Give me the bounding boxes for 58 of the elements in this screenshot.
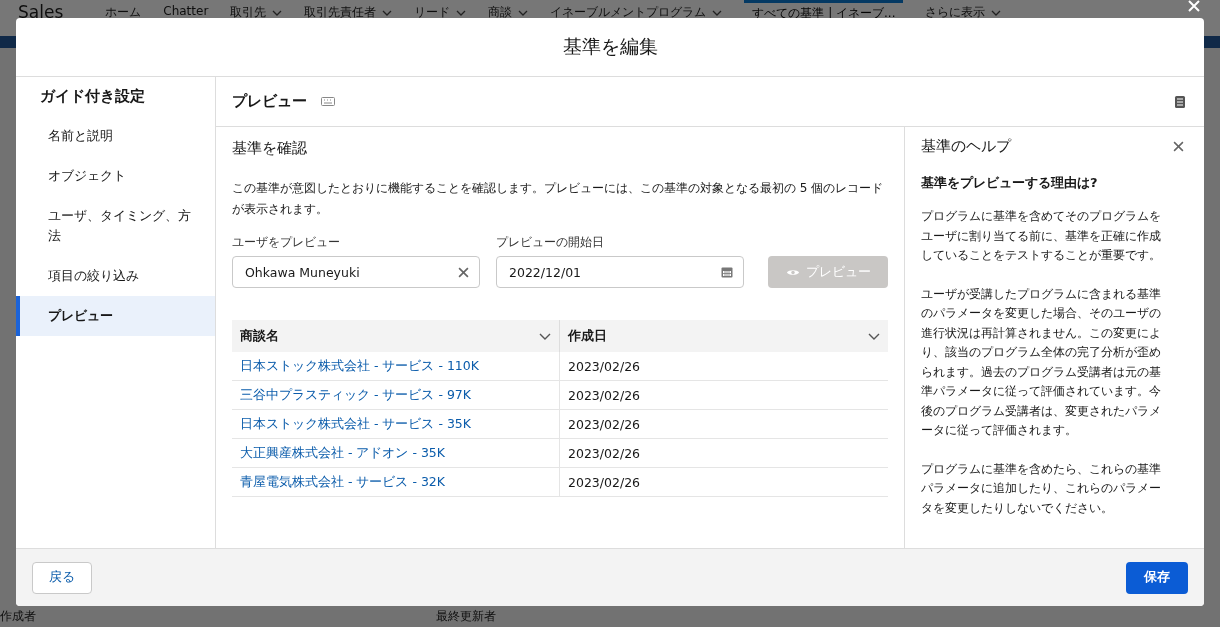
table-cell: 2023/02/26	[559, 352, 888, 381]
column-header[interactable]: 作成日	[559, 320, 888, 352]
opportunity-link[interactable]: 日本ストック株式会社 - サービス - 35K	[232, 409, 560, 439]
field-label: ユーザをプレビュー	[232, 234, 341, 251]
caret-icon[interactable]	[868, 332, 880, 340]
save-button[interactable]: 保存	[1126, 561, 1188, 594]
caret-icon[interactable]	[456, 9, 467, 16]
nav-tab[interactable]: 取引先責任者	[304, 4, 393, 21]
help-paragraph: ユーザが受講したプログラムに含まれる基準のパラメータを変更した場合、そのユーザの進行状況は再計算されません。この変更により、該当のプログラム全体の完了分析が歪められます。過去のプログラム受講者は元の基準パラメータに従って評価されています。今後のプログラム受講者は、変更されたパラメータに従って評価されます。	[921, 284, 1162, 439]
sidebar-item[interactable]: 項目の絞り込み	[16, 256, 215, 296]
field-label: 最終更新者	[436, 608, 496, 625]
table-cell: 2023/02/26	[559, 380, 888, 410]
keyboard-icon[interactable]	[321, 97, 335, 106]
step-title: プレビュー	[232, 92, 307, 111]
caret-icon[interactable]	[382, 9, 393, 16]
nav-tab[interactable]: Chatter	[163, 4, 209, 18]
column-header[interactable]: 商談名	[232, 320, 560, 352]
nav-tab[interactable]: 取引先	[230, 4, 283, 21]
opportunity-link[interactable]: 大正興産株式会社 - アドオン - 35K	[232, 438, 560, 468]
sidebar-item[interactable]: ユーザ、タイミング、方法	[16, 196, 215, 256]
sidebar-title: ガイド付き設定	[39, 87, 146, 107]
field-label: プレビューの開始日	[496, 234, 605, 251]
help-paragraph: プログラムに基準を含めてそのプログラムをユーザに割り当てる前に、基準を正確に作成していることをテストすることが重要です。	[921, 207, 1162, 264]
opportunity-link[interactable]: 青屋電気株式会社 - サービス - 32K	[232, 467, 560, 497]
modal-title: 基準を編集	[562, 34, 658, 59]
eye-icon	[785, 267, 800, 277]
date-field[interactable]: 2022/12/01	[496, 256, 744, 288]
close-icon[interactable]	[1173, 141, 1184, 152]
nav-tab[interactable]: さらに表示	[925, 4, 1002, 21]
nav-tab[interactable]: 商談	[488, 4, 529, 21]
sidebar-item[interactable]: 名前と説明	[16, 116, 215, 156]
nav-tab[interactable]: ホーム	[105, 4, 142, 21]
field-label: 作成者	[0, 608, 36, 625]
nav-tab[interactable]: イネーブルメントプログラム	[550, 4, 723, 21]
table-cell: 2023/02/26	[559, 467, 888, 497]
table-cell: 2023/02/26	[559, 409, 888, 439]
opportunity-link[interactable]: 三谷中プラスティック - サービス - 97K	[232, 380, 560, 410]
caret-icon[interactable]	[518, 9, 529, 16]
caret-icon[interactable]	[712, 9, 723, 16]
sidebar-item[interactable]: プレビュー	[16, 296, 215, 336]
help-heading: 基準をプレビューする理由は?	[921, 174, 1099, 192]
sidebar-item[interactable]: オブジェクト	[16, 156, 215, 196]
calendar-icon[interactable]	[721, 266, 733, 278]
caret-icon[interactable]	[991, 9, 1002, 16]
app-name: Sales	[18, 2, 64, 22]
table-cell: 2023/02/26	[559, 438, 888, 468]
opportunity-link[interactable]: 日本ストック株式会社 - サービス - 110K	[232, 352, 560, 381]
user-field[interactable]: Ohkawa Muneyuki	[232, 256, 480, 288]
nav-tab[interactable]: リード	[414, 4, 467, 21]
section-title: 基準を確認	[232, 139, 308, 158]
help-title: 基準のヘルプ	[921, 137, 1011, 156]
caret-icon[interactable]	[272, 9, 283, 16]
description-text: この基準が意図したとおりに機能することを確認します。プレビューには、この基準の対象となる最初の 5 個のレコードが表示されます。	[232, 180, 885, 218]
document-icon[interactable]	[1174, 94, 1186, 109]
caret-icon[interactable]	[539, 332, 551, 340]
back-button[interactable]: 戻る	[32, 561, 92, 594]
clear-icon[interactable]	[458, 266, 469, 278]
help-paragraph: プログラムに基準を含めたら、これらの基準パラメータに追加したり、これらのパラメータを変更したりしないでください。	[921, 459, 1162, 517]
